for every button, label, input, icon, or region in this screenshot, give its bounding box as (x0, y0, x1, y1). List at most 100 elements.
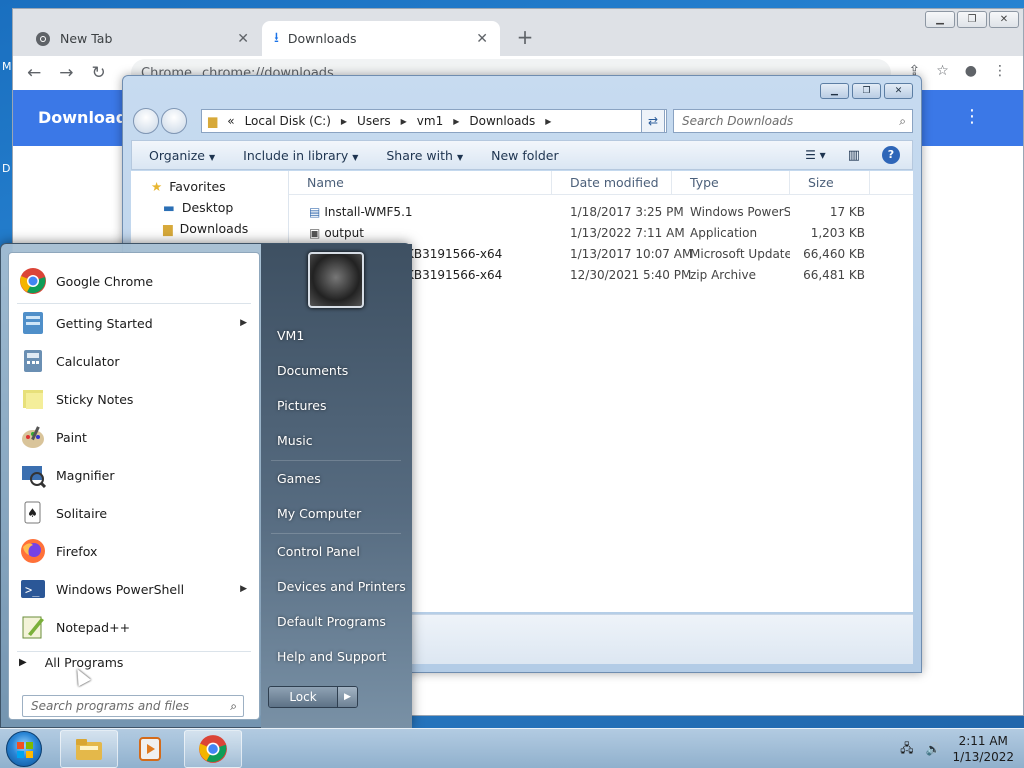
new-folder-button[interactable]: New folder (491, 148, 559, 163)
search-input[interactable]: Search Downloads ⌕ (673, 109, 913, 133)
start-search-input[interactable]: Search programs and files ⌕ (22, 695, 244, 717)
address-bar[interactable]: ▆ « Local Disk (C:) ▶ Users ▶ vm1 ▶ Downloa… (201, 109, 667, 133)
start-link-devices-and-printers[interactable]: Devices and Printers (277, 579, 406, 594)
start-link-games[interactable]: Games (277, 471, 321, 486)
explorer-navigation: ▆ « Local Disk (C:) ▶ Users ▶ vm1 ▶ Downloa… (131, 107, 913, 134)
folder-icon (76, 739, 102, 760)
forward-icon[interactable]: → (59, 63, 73, 83)
start-link-documents[interactable]: Documents (277, 363, 348, 378)
search-icon[interactable]: ⌕ (230, 696, 237, 716)
paint-icon (18, 422, 48, 452)
start-link-my-computer[interactable]: My Computer (277, 506, 361, 521)
file-row[interactable]: ▤ Install-WMF5.1 1/18/2017 3:25 PM Windows… (289, 202, 913, 223)
download-icon: ⭳ (274, 29, 279, 46)
star-icon: ★ (151, 179, 163, 194)
tab-downloads[interactable]: ⭳ Downloads ✕ (262, 21, 500, 56)
clock[interactable]: 2:11 AM 1/13/2022 (952, 733, 1014, 765)
clock-date: 1/13/2022 (952, 750, 1014, 764)
close-icon[interactable]: ✕ (237, 31, 249, 47)
program-solitaire[interactable]: ♠ Solitaire (13, 495, 257, 531)
all-programs-button[interactable]: ▶ All Programs (19, 655, 123, 670)
help-icon[interactable]: ? (882, 146, 900, 164)
chevron-right-icon[interactable]: ▶ (341, 117, 347, 126)
column-size[interactable]: Size (790, 171, 870, 194)
nav-desktop[interactable]: ▬ Desktop (163, 200, 233, 215)
view-options-icon[interactable]: ☰ ▾ (805, 148, 826, 162)
maximize-button[interactable]: ❐ (957, 11, 987, 28)
start-link-help-and-support[interactable]: Help and Support (277, 649, 386, 664)
solitaire-icon: ♠ (18, 498, 48, 528)
network-icon[interactable]: 🖧 (900, 739, 913, 760)
start-link-music[interactable]: Music (277, 433, 313, 448)
chevron-right-icon[interactable]: ▶ (401, 117, 407, 126)
program-magnifier[interactable]: Magnifier (13, 457, 257, 493)
star-icon[interactable]: ☆ (936, 63, 949, 79)
menu-icon[interactable]: ⋮ (993, 63, 1007, 79)
sticky-notes-icon (18, 384, 48, 414)
chrome-icon (36, 31, 50, 46)
taskbar-explorer[interactable] (60, 730, 118, 768)
back-icon[interactable]: ← (27, 63, 41, 83)
profile-icon[interactable]: ● (965, 63, 977, 79)
column-name[interactable]: Name (289, 171, 552, 194)
nav-downloads[interactable]: ▆ Downloads (163, 221, 248, 236)
close-window-button[interactable]: ✕ (884, 83, 913, 99)
breadcrumb-item[interactable]: Local Disk (C:) (245, 114, 331, 128)
chrome-tab-bar: New Tab ✕ ⭳ Downloads ✕ + ▁ ❐ ✕ (13, 9, 1023, 56)
chevron-right-icon[interactable]: ▶ (545, 117, 551, 126)
start-link-pictures[interactable]: Pictures (277, 398, 327, 413)
forward-button[interactable] (161, 108, 187, 134)
column-headers: Name Date modified Type Size (289, 171, 913, 195)
close-window-button[interactable]: ✕ (989, 11, 1019, 28)
firefox-icon (18, 536, 48, 566)
lock-button[interactable]: Lock ▶ (268, 686, 358, 708)
powershell-icon: >_ (18, 574, 48, 604)
more-options-icon[interactable]: ⋮ (963, 106, 981, 127)
reload-icon[interactable]: ↻ (92, 63, 106, 83)
program-paint[interactable]: Paint (13, 419, 257, 455)
notepadpp-icon (18, 612, 48, 642)
user-picture[interactable] (308, 252, 364, 308)
maximize-button[interactable]: ❐ (852, 83, 881, 99)
chevron-right-icon[interactable]: ▶ (453, 117, 459, 126)
share-with-button[interactable]: Share with ▼ (386, 148, 463, 163)
program-google-chrome[interactable]: Google Chrome (13, 263, 257, 299)
breadcrumb-item[interactable]: Users (357, 114, 391, 128)
shutdown-options-icon[interactable]: ▶ (337, 687, 357, 707)
refresh-button[interactable]: ⇄ (641, 109, 665, 133)
column-date-modified[interactable]: Date modified (552, 171, 672, 194)
program-sticky-notes[interactable]: Sticky Notes (13, 381, 257, 417)
breadcrumb-prefix: « (227, 114, 235, 128)
program-notepad-plus-plus[interactable]: Notepad++ (13, 609, 257, 645)
file-row[interactable]: ▣ output 1/13/2022 7:11 AM Application 1,20… (289, 223, 913, 244)
desktop-icon-label-2: D (2, 162, 11, 175)
program-windows-powershell[interactable]: >_ Windows PowerShell ▶ (13, 571, 257, 607)
start-link-default-programs[interactable]: Default Programs (277, 614, 386, 629)
new-tab-button[interactable]: + (513, 26, 537, 50)
taskbar-media-player[interactable] (121, 730, 179, 768)
volume-icon[interactable]: 🔊 (926, 742, 941, 756)
start-link-control-panel[interactable]: Control Panel (277, 544, 360, 559)
nav-favorites[interactable]: ★ Favorites (151, 179, 226, 194)
include-in-library-button[interactable]: Include in library ▼ (243, 148, 358, 163)
minimize-button[interactable]: ▁ (820, 83, 849, 99)
preview-pane-icon[interactable]: ▥ (848, 148, 860, 163)
start-button[interactable] (6, 731, 42, 767)
close-icon[interactable]: ✕ (476, 31, 488, 47)
explorer-caption: ▁ ❐ ✕ (123, 76, 921, 104)
organize-button[interactable]: Organize ▼ (149, 148, 215, 163)
separator (17, 303, 251, 304)
taskbar-chrome[interactable] (184, 730, 242, 768)
breadcrumb-item[interactable]: vm1 (417, 114, 443, 128)
program-firefox[interactable]: Firefox (13, 533, 257, 569)
program-getting-started[interactable]: Getting Started ▶ (13, 305, 257, 341)
breadcrumb-item[interactable]: Downloads (469, 114, 535, 128)
tab-new-tab[interactable]: New Tab ✕ (23, 21, 261, 56)
start-link-vm1[interactable]: VM1 (277, 328, 304, 343)
program-calculator[interactable]: Calculator (13, 343, 257, 379)
column-type[interactable]: Type (672, 171, 790, 194)
minimize-button[interactable]: ▁ (925, 11, 955, 28)
back-button[interactable] (133, 108, 159, 134)
search-icon[interactable]: ⌕ (899, 110, 906, 132)
chrome-window-controls: ▁ ❐ ✕ (925, 11, 1019, 28)
